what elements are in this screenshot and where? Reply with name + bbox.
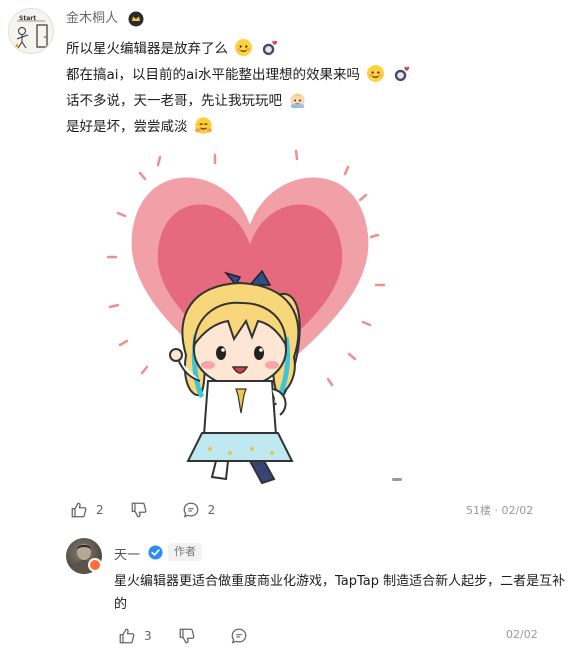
smile-emoji-icon xyxy=(235,38,253,57)
thumbs-down-icon xyxy=(179,628,195,644)
author-role-tag: 作者 xyxy=(168,543,202,561)
meta-separator: · xyxy=(494,504,502,517)
comment-line: 话不多说，天一老哥，先让我玩玩吧 xyxy=(66,88,566,114)
reply-like-count: 3 xyxy=(144,629,152,643)
reply-card: 天一 作者 星火编辑器更适合做重度商业化游戏，TapTap 制造适合新人起步，二… xyxy=(64,530,575,650)
thumbs-up-icon xyxy=(119,628,135,644)
comment-meta: 51楼 · 02/02 xyxy=(466,502,533,518)
thumbs-up-icon xyxy=(71,502,87,518)
anime-heart-sticker-image[interactable] xyxy=(100,145,400,490)
comment-line: 是好是坏，尝尝咸淡 xyxy=(66,114,566,140)
character-heart-emoji-icon xyxy=(394,66,409,82)
character-heart-emoji-icon xyxy=(262,40,277,56)
comment-date: 02/02 xyxy=(501,504,534,517)
hugging-character-emoji-icon xyxy=(290,93,305,109)
user-badge-icon xyxy=(128,11,144,27)
comment-line-text: 是好是坏，尝尝咸淡 xyxy=(66,119,188,135)
reply-body: 星火编辑器更适合做重度商业化游戏，TapTap 制造适合新人起步，二者是互补的 xyxy=(114,574,566,612)
comment-line: 所以星火编辑器是放弃了么 xyxy=(66,36,566,62)
comment-bubble-icon xyxy=(231,628,247,644)
floor-number: 51楼 xyxy=(466,504,491,517)
comment-line-text: 话不多说，天一老哥，先让我玩玩吧 xyxy=(66,93,282,109)
carousel-indicator xyxy=(392,478,402,481)
comment-bubble-icon xyxy=(183,502,199,518)
smile-emoji-icon xyxy=(367,64,385,83)
commenter-avatar[interactable]: Start xyxy=(8,8,54,54)
verified-check-icon xyxy=(148,545,163,560)
reply-reply-button[interactable] xyxy=(230,627,256,645)
commenter-name[interactable]: 金木桐人 xyxy=(66,10,118,28)
reply-like-button[interactable]: 3 xyxy=(118,627,152,645)
dislike-button[interactable] xyxy=(130,501,156,519)
like-button[interactable]: 2 xyxy=(70,501,104,519)
like-count: 2 xyxy=(96,503,104,517)
comment-line-text: 都在搞ai，以目前的ai水平能整出理想的效果来吗 xyxy=(66,67,361,83)
comment-card: Start 金木桐人 所以星火编辑器是放弃了么 都在搞ai，以目前的ai水平能整… xyxy=(0,0,575,530)
stick-figure-avatar-icon: Start xyxy=(9,9,53,53)
thumbs-down-icon xyxy=(131,502,147,518)
comment-actions: 2 2 xyxy=(70,500,241,520)
reply-date: 02/02 xyxy=(506,628,538,641)
user-badge-icon xyxy=(88,558,102,572)
reply-actions: 3 xyxy=(118,626,282,646)
reply-author-name[interactable]: 天一 xyxy=(114,544,140,563)
reply-button[interactable]: 2 xyxy=(182,501,216,519)
comment-line: 都在搞ai，以目前的ai水平能整出理想的效果来吗 xyxy=(66,62,566,88)
comment-line-text: 所以星火编辑器是放弃了么 xyxy=(66,41,228,57)
comment-body: 所以星火编辑器是放弃了么 都在搞ai，以目前的ai水平能整出理想的效果来吗 话不… xyxy=(66,36,566,140)
reply-count: 2 xyxy=(207,503,216,517)
reply-dislike-button[interactable] xyxy=(178,627,204,645)
hug-emoji-icon xyxy=(194,117,212,134)
